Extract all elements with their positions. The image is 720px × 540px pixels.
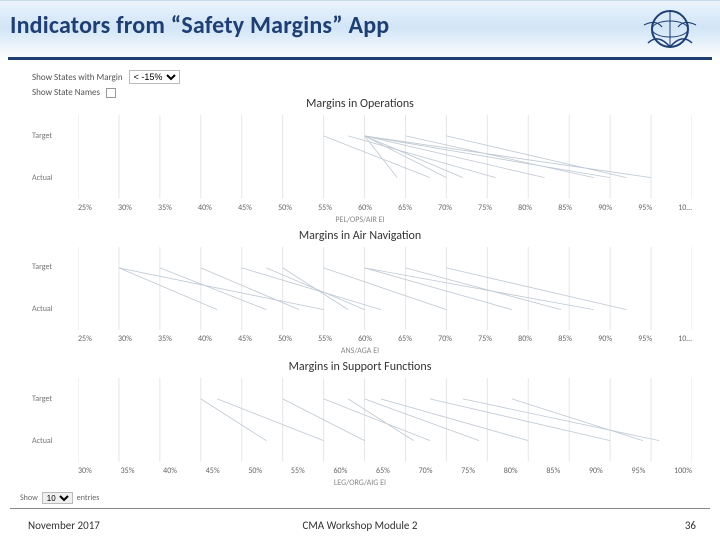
panel-title: Margins in Air Navigation bbox=[18, 227, 702, 243]
slide: Indicators from “Safety Margins” App Sho… bbox=[0, 0, 720, 540]
x-axis: 25%30%35%40%45%50%55%60%65%70%75%80%85%9… bbox=[78, 203, 692, 213]
footer: November 2017 CMA Workshop Module 2 36 bbox=[0, 508, 720, 540]
slide-number: 36 bbox=[685, 519, 696, 532]
ylabel-target: Target bbox=[32, 262, 74, 272]
icao-logo bbox=[638, 5, 702, 53]
x-axis: 25%30%35%40%45%50%55%60%65%70%75%80%85%9… bbox=[78, 334, 692, 344]
plot bbox=[78, 378, 692, 462]
panel-air-nav: Margins in Air Navigation Target Actual … bbox=[18, 227, 702, 359]
show-entries-suffix: entries bbox=[77, 493, 100, 503]
plot bbox=[78, 247, 692, 331]
header-banner: Indicators from “Safety Margins” App bbox=[0, 0, 720, 60]
panel-sublabel: PEL/OPS/AIR EI bbox=[18, 215, 702, 225]
y-axis-labels: Target Actual bbox=[32, 247, 74, 331]
panel-title: Margins in Operations bbox=[18, 95, 702, 111]
x-axis: 30%35%40%45%50%55%60%65%70%75%80%85%90%9… bbox=[78, 466, 692, 476]
panel-title: Margins in Support Functions bbox=[18, 358, 702, 374]
ylabel-actual: Actual bbox=[32, 436, 74, 446]
chart-svg bbox=[78, 115, 692, 199]
panel-support: Margins in Support Functions Target Actu… bbox=[18, 358, 702, 490]
panel-sublabel: ANS/AGA EI bbox=[18, 346, 702, 356]
show-states-label: Show States with Margin bbox=[32, 72, 123, 83]
page-title: Indicators from “Safety Margins” App bbox=[10, 11, 389, 40]
y-axis-labels: Target Actual bbox=[32, 378, 74, 462]
panel-sublabel: LEG/ORG/AIG EI bbox=[18, 478, 702, 488]
y-axis-labels: Target Actual bbox=[32, 115, 74, 199]
chart-svg bbox=[78, 378, 692, 462]
ylabel-actual: Actual bbox=[32, 304, 74, 314]
plot bbox=[78, 115, 692, 199]
panel-operations: Margins in Operations Target Actual 25%3… bbox=[18, 95, 702, 227]
margin-threshold-select[interactable]: < -15% bbox=[129, 70, 180, 84]
show-entries: Show 10 entries bbox=[20, 492, 99, 504]
chart-svg bbox=[78, 247, 692, 331]
show-entries-prefix: Show bbox=[20, 493, 38, 503]
ylabel-target: Target bbox=[32, 131, 74, 141]
charts-area: Margins in Operations Target Actual 25%3… bbox=[18, 95, 702, 490]
ylabel-target: Target bbox=[32, 394, 74, 404]
footer-title: CMA Workshop Module 2 bbox=[0, 519, 720, 532]
entries-count-select[interactable]: 10 bbox=[42, 492, 73, 504]
ylabel-actual: Actual bbox=[32, 173, 74, 183]
